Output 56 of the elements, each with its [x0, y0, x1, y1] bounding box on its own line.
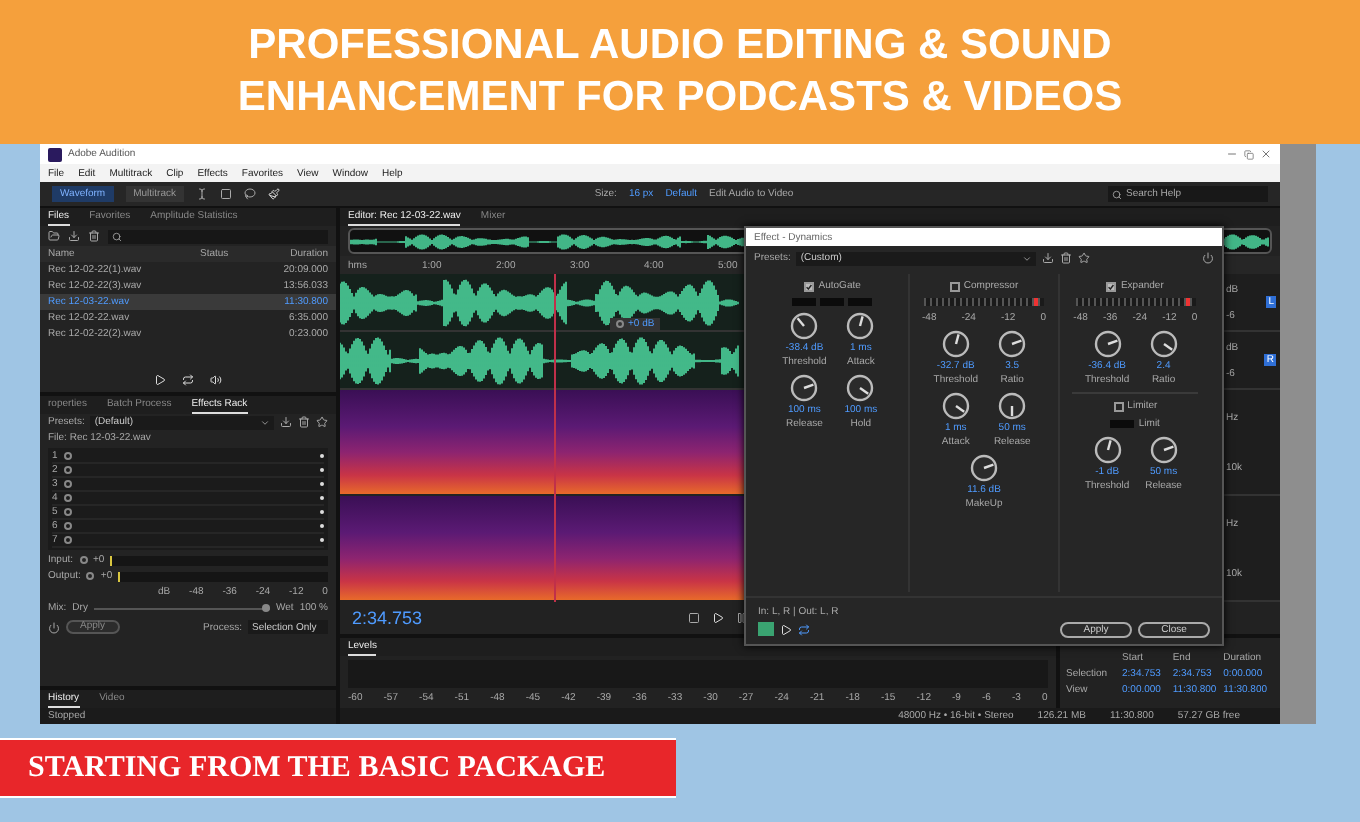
- checkbox[interactable]: [1106, 281, 1117, 291]
- lasso-icon[interactable]: [244, 188, 257, 200]
- filter-field[interactable]: [108, 229, 328, 243]
- knob-icon[interactable]: [1149, 330, 1178, 358]
- search-icon[interactable]: [1112, 189, 1123, 199]
- checkbox[interactable]: [1113, 401, 1124, 411]
- star-icon[interactable]: [316, 416, 328, 428]
- save-preset-icon[interactable]: [280, 416, 292, 428]
- trash-icon[interactable]: [1060, 252, 1073, 264]
- knob-icon[interactable]: [941, 330, 970, 358]
- text-cursor-icon[interactable]: [196, 188, 209, 200]
- play-icon[interactable]: [154, 374, 166, 386]
- meter-drawing: [924, 298, 1044, 306]
- knob-icon[interactable]: [1149, 436, 1178, 464]
- knob-icon[interactable]: [941, 392, 970, 420]
- play-icon[interactable]: [780, 623, 792, 635]
- package-banner: STARTING FROM THE BASIC PACKAGE: [0, 738, 676, 798]
- banner-title-line: ENHANCEMENT FOR PODCASTS & VIDEOS: [237, 74, 1123, 122]
- knob-icon[interactable]: [790, 312, 819, 340]
- time-display: 2:34.753: [352, 607, 423, 629]
- import-icon[interactable]: [68, 230, 80, 242]
- banner-title-line: PROFESSIONAL AUDIO EDITING & SOUND: [248, 22, 1112, 70]
- power-icon[interactable]: [1202, 252, 1214, 264]
- checkbox[interactable]: [949, 281, 960, 291]
- knob-icon[interactable]: [998, 392, 1027, 420]
- knob-icon[interactable]: [1093, 330, 1122, 358]
- meter-drawing: [1075, 298, 1196, 306]
- loop-icon[interactable]: [182, 374, 194, 386]
- slider-thumb[interactable]: [262, 603, 270, 611]
- speaker-icon[interactable]: [210, 374, 222, 386]
- power-toggle[interactable]: [758, 622, 774, 636]
- pause-icon[interactable]: [736, 612, 748, 624]
- save-preset-icon[interactable]: [1042, 252, 1055, 264]
- knob-icon[interactable]: [846, 312, 875, 340]
- knob-icon[interactable]: [1093, 436, 1122, 464]
- search-icon[interactable]: [112, 231, 122, 241]
- stop-icon[interactable]: [688, 612, 700, 624]
- chevron-down-icon[interactable]: [260, 417, 270, 427]
- knob-icon[interactable]: [998, 330, 1027, 358]
- knob-icon[interactable]: [790, 374, 819, 402]
- trash-icon[interactable]: [88, 230, 100, 242]
- marquee-icon[interactable]: [220, 188, 233, 200]
- app-logo-icon: [48, 147, 62, 161]
- restore-icon[interactable]: [1244, 149, 1254, 159]
- chevron-down-icon[interactable]: [1022, 253, 1033, 263]
- checkbox[interactable]: [804, 281, 815, 291]
- trash-icon[interactable]: [298, 416, 310, 428]
- brush-icon[interactable]: [268, 188, 281, 200]
- power-icon[interactable]: [48, 621, 60, 633]
- knob-icon[interactable]: [846, 374, 875, 402]
- loop-icon[interactable]: [798, 623, 810, 635]
- folder-icon[interactable]: [48, 230, 60, 242]
- star-icon[interactable]: [1078, 252, 1091, 264]
- knob-icon[interactable]: [970, 454, 998, 482]
- close-icon[interactable]: [1260, 148, 1272, 160]
- play-icon[interactable]: [712, 612, 724, 624]
